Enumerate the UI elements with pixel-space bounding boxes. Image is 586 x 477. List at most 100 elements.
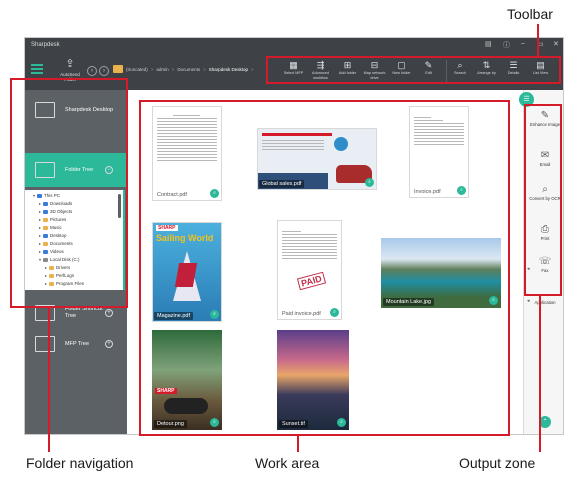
tree-item[interactable]: ▸ Music [39, 225, 62, 230]
file-name: Detour.png [154, 420, 187, 428]
expand-arrow-icon[interactable]: ▾ [39, 257, 41, 262]
tool-label: Search [453, 71, 467, 75]
breadcrumb-current[interactable]: Sharpdesk Desktop [209, 67, 248, 72]
tool-label: Select MFP [283, 71, 304, 75]
sidebar-item-folder-tree[interactable]: Folder Tree − [25, 153, 127, 187]
leader-output-zone [539, 296, 541, 452]
hamburger-menu-icon[interactable] [31, 64, 43, 74]
file-thumbnail[interactable]: SHARP Detour.png ⌕ [152, 330, 222, 430]
preview-icon[interactable]: ⌕ [365, 178, 374, 187]
forward-button[interactable]: › [99, 66, 109, 76]
tool-label: Map network drive [363, 71, 386, 80]
preview-icon[interactable]: ⌕ [457, 186, 466, 195]
collapse-icon[interactable]: − [105, 166, 113, 174]
file-thumbnail[interactable]: Sunset.tif ⌕ [277, 330, 349, 430]
sharpdesk-window: Sharpdesk ▤ ⓘ – ▭ ✕ ⇪ AutoSend Folder ‹ … [24, 37, 564, 435]
preview-icon[interactable]: ⌕ [337, 418, 346, 427]
tree-item[interactable]: ▾ This PC [33, 193, 60, 198]
tool-new-folder[interactable]: ▢ New folder [388, 60, 415, 84]
tree-item[interactable]: ▸ Documents [39, 241, 73, 246]
tree-item-label: PerfLogs [56, 273, 75, 278]
folder-icon [43, 241, 49, 246]
expand-arrow-icon[interactable]: ▸ [39, 209, 41, 214]
tree-item[interactable]: ▾ Local Disk (C:) [39, 257, 80, 262]
sidebar-item-shortcut-tree[interactable]: Folder Shortcut Tree + [25, 298, 127, 328]
output-item-label: Enhance Image [529, 122, 561, 127]
preview-icon[interactable]: ⌕ [489, 296, 498, 305]
tool-add-folder[interactable]: ⊞ Add folder [334, 60, 361, 84]
preview-icon[interactable]: ⌕ [330, 308, 339, 317]
magazine-brand: SHARP [156, 225, 178, 231]
tool-search[interactable]: ⌕ Search [446, 60, 473, 84]
tree-item[interactable]: ▸ Pictures [39, 217, 66, 222]
file-thumbnail[interactable]: Invoice.pdf ⌕ [409, 106, 469, 198]
tool-advanced-workflow[interactable]: ⇶ Advanced workflow [307, 60, 334, 84]
tool-label: Edit [425, 71, 432, 75]
expand-arrow-icon[interactable]: ▸ [39, 217, 41, 222]
expand-icon[interactable]: + [105, 309, 113, 317]
tool-select-mfp[interactable]: ▦ Select MFP [280, 60, 307, 84]
output-item-enhance-image[interactable]: ✎ Enhance Image [524, 110, 563, 127]
folder-icon [49, 265, 55, 270]
breadcrumb-item[interactable]: admin [156, 67, 168, 72]
tree-item-label: Local Disk (C:) [50, 257, 80, 262]
file-thumbnail[interactable]: SHARP Sailing World Magazine.pdf ⌕ [152, 222, 222, 322]
tree-item[interactable]: ▸ Drivers [45, 265, 70, 270]
window-title: Sharpdesk [31, 42, 60, 48]
tool-list-view[interactable]: ▤ List View [527, 60, 554, 84]
sidebar-item-desktop[interactable]: Sharpdesk Desktop [25, 96, 127, 124]
output-zone: ☰ ✎ Enhance Image ✉ Email ⌕ Convert by OCR … [519, 90, 563, 434]
expand-arrow-icon[interactable]: ▾ [33, 193, 35, 198]
breadcrumb-item[interactable]: (truncated) [126, 67, 148, 72]
expand-arrow-icon[interactable]: ▸ [45, 281, 47, 286]
callout-output-zone: Output zone [459, 455, 536, 471]
folder-icon [49, 281, 55, 286]
file-name: Contract.pdf [157, 192, 187, 198]
preview-icon[interactable]: ⌕ [210, 418, 219, 427]
expand-arrow-icon[interactable]: ▸ [39, 249, 41, 254]
tool-edit[interactable]: ✎ Edit [415, 60, 442, 84]
output-item-fax[interactable]: ☏ Fax [524, 256, 563, 273]
expand-arrow-icon[interactable]: ▸ [39, 201, 41, 206]
search-icon: ⌕ [457, 60, 463, 70]
close-icon[interactable]: ✕ [553, 40, 559, 48]
file-thumbnail[interactable]: Contract.pdf ⌕ [152, 106, 222, 201]
menu-icon[interactable]: ▤ [485, 40, 492, 48]
file-thumbnail[interactable]: PAID Paid invoice.pdf ⌕ [277, 220, 342, 320]
help-icon[interactable]: ⓘ [503, 40, 510, 50]
tree-item[interactable]: ▸ Videos [39, 249, 64, 254]
expand-arrow-icon[interactable]: ▸ [45, 273, 47, 278]
back-button[interactable]: ‹ [87, 66, 97, 76]
tree-item[interactable]: ▸ Program Files [45, 281, 84, 286]
tree-item[interactable]: ▸ Downloads [39, 201, 72, 206]
folder-navigation: Sharpdesk Desktop Folder Tree − ▾ This PC… [25, 90, 127, 434]
tree-item[interactable]: ▸ Desktop [39, 233, 67, 238]
select-mfp-icon: ▦ [289, 60, 298, 70]
output-item-ocr[interactable]: ⌕ Convert by OCR [524, 184, 563, 201]
preview-icon[interactable]: ⌕ [210, 189, 219, 198]
expand-arrow-icon[interactable]: ▸ [39, 225, 41, 230]
output-item-application[interactable]: Application [524, 300, 563, 305]
tree-scrollbar[interactable] [118, 194, 121, 218]
ocr-icon: ⌕ [542, 184, 548, 195]
tool-arrange-by[interactable]: ⇅ Arrange by [473, 60, 500, 84]
expand-icon[interactable]: + [105, 340, 113, 348]
output-item-email[interactable]: ✉ Email [524, 150, 563, 167]
tool-details[interactable]: ☰ Details [500, 60, 527, 84]
tool-map-network-drive[interactable]: ⊟ Map network drive [361, 60, 388, 84]
output-item-print[interactable]: ⎙ Print [524, 224, 563, 241]
output-zone-toggle-icon[interactable]: ☰ [519, 92, 534, 107]
expand-arrow-icon[interactable]: ▸ [39, 233, 41, 238]
minimize-icon[interactable]: – [521, 40, 525, 47]
tree-item[interactable]: ▸ 3D Objects [39, 209, 72, 214]
folder-icon [43, 249, 49, 254]
autosend-folder-button[interactable]: ⇪ AutoSend Folder [55, 58, 85, 82]
expand-arrow-icon[interactable]: ▸ [45, 265, 47, 270]
expand-arrow-icon[interactable]: ▸ [39, 241, 41, 246]
preview-icon[interactable]: ⌕ [210, 310, 219, 319]
tree-item[interactable]: ▸ PerfLogs [45, 273, 74, 278]
file-thumbnail[interactable]: Global sales.pdf ⌕ [257, 128, 377, 190]
sidebar-item-mfp-tree[interactable]: MFP Tree + [25, 330, 127, 358]
file-thumbnail[interactable]: Mountain Lake.jpg ⌕ [381, 238, 501, 308]
breadcrumb-item[interactable]: Documents [177, 67, 200, 72]
